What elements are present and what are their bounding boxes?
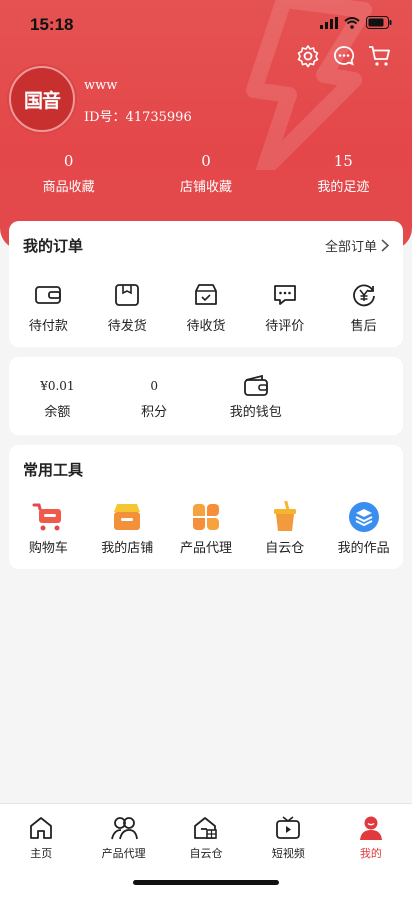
people-icon bbox=[110, 814, 138, 842]
battery-icon bbox=[366, 16, 392, 29]
tv-play-icon bbox=[274, 814, 302, 842]
tool-my-shop[interactable]: 我的店铺 bbox=[88, 501, 167, 556]
my-wallet-item[interactable]: 我的钱包 bbox=[203, 374, 309, 420]
tools-card: 常用工具 购物车 我的店铺 产品代理 自云仓 我的作品 bbox=[9, 445, 403, 569]
stat-label: 商品收藏 bbox=[42, 180, 95, 195]
wifi-icon bbox=[344, 16, 360, 29]
cup-icon bbox=[269, 501, 301, 533]
wallet-card: ¥0.01 余额 0 积分 我的钱包 bbox=[9, 357, 403, 435]
cart-top-icon[interactable] bbox=[368, 44, 392, 68]
tab-mine[interactable]: 我的 bbox=[330, 814, 412, 861]
avatar-logo-text: 国音 bbox=[23, 89, 61, 112]
balance-item[interactable]: ¥0.01 余额 bbox=[9, 375, 106, 420]
wallet-icon bbox=[243, 374, 269, 397]
balance-label: 余额 bbox=[44, 405, 71, 420]
settings-gear-icon[interactable] bbox=[296, 44, 320, 68]
user-id: ID号：41735996 bbox=[84, 110, 192, 125]
layers-icon bbox=[348, 501, 380, 533]
avatar[interactable]: 国音 bbox=[9, 66, 75, 132]
order-item-label: 售后 bbox=[350, 319, 377, 334]
home-icon bbox=[27, 814, 55, 842]
shop-icon bbox=[111, 501, 143, 533]
tool-label: 自云仓 bbox=[265, 541, 305, 556]
chevron-right-icon bbox=[381, 239, 389, 252]
order-item-label: 待发货 bbox=[107, 319, 147, 334]
tool-product-agent[interactable]: 产品代理 bbox=[167, 501, 246, 556]
all-orders-label: 全部订单 bbox=[324, 240, 377, 255]
order-after-sales[interactable]: 售后 bbox=[324, 279, 403, 334]
status-bar: 15:18 bbox=[0, 0, 412, 50]
order-item-label: 待评价 bbox=[265, 319, 305, 334]
tab-short-video[interactable]: 短视频 bbox=[247, 814, 329, 861]
user-icon bbox=[357, 814, 385, 842]
home-indicator bbox=[133, 880, 279, 885]
all-orders-link[interactable]: 全部订单 bbox=[325, 236, 389, 255]
points-label: 积分 bbox=[141, 405, 168, 420]
stat-label: 我的足迹 bbox=[317, 180, 370, 195]
order-pending-review[interactable]: 待评价 bbox=[245, 279, 324, 334]
tab-label: 自云仓 bbox=[189, 847, 223, 860]
tab-label: 产品代理 bbox=[101, 847, 146, 860]
points-value: 0 bbox=[150, 379, 158, 393]
points-item[interactable]: 0 积分 bbox=[106, 375, 203, 420]
stat-value: 0 bbox=[201, 152, 211, 170]
stat-product-favorites[interactable]: 0 商品收藏 bbox=[0, 152, 137, 195]
orders-title: 我的订单 bbox=[23, 237, 84, 255]
chat-icon bbox=[269, 279, 301, 311]
tab-label: 主页 bbox=[30, 847, 53, 860]
stat-value: 15 bbox=[333, 152, 353, 170]
package-icon bbox=[111, 279, 143, 311]
signal-icon bbox=[320, 16, 338, 29]
profile-header: 15:18 国音 www ID号：41735996 0 商品收藏 0 店铺收藏 bbox=[0, 0, 412, 250]
order-pending-payment[interactable]: 待付款 bbox=[9, 279, 88, 334]
tab-product-agent[interactable]: 产品代理 bbox=[82, 814, 164, 861]
message-bubble-icon[interactable] bbox=[332, 44, 356, 68]
tool-cart[interactable]: 购物车 bbox=[9, 501, 88, 556]
cart-icon bbox=[32, 501, 64, 533]
tool-cloud-warehouse[interactable]: 自云仓 bbox=[245, 501, 324, 556]
username: www bbox=[84, 78, 118, 93]
warehouse-icon bbox=[192, 814, 220, 842]
orders-card: 我的订单 全部订单 待付款 待发货 待收货 待评价 售后 bbox=[9, 221, 403, 347]
grid-flower-icon bbox=[190, 501, 222, 533]
tab-label: 我的 bbox=[359, 847, 382, 860]
tab-cloud-warehouse[interactable]: 自云仓 bbox=[165, 814, 247, 861]
my-wallet-label: 我的钱包 bbox=[229, 405, 282, 420]
tool-label: 我的店铺 bbox=[101, 541, 154, 556]
yen-refresh-icon bbox=[348, 279, 380, 311]
status-time: 15:18 bbox=[30, 15, 74, 34]
stats-row: 0 商品收藏 0 店铺收藏 15 我的足迹 bbox=[0, 152, 412, 195]
tool-my-works[interactable]: 我的作品 bbox=[324, 501, 403, 556]
stat-shop-favorites[interactable]: 0 店铺收藏 bbox=[137, 152, 274, 195]
order-pending-receipt[interactable]: 待收货 bbox=[167, 279, 246, 334]
wallet-icon bbox=[32, 279, 64, 311]
tab-home[interactable]: 主页 bbox=[0, 814, 82, 861]
tool-label: 购物车 bbox=[28, 541, 68, 556]
order-item-label: 待收货 bbox=[186, 319, 226, 334]
tools-title: 常用工具 bbox=[23, 461, 84, 479]
stat-footprints[interactable]: 15 我的足迹 bbox=[275, 152, 412, 195]
tab-label: 短视频 bbox=[271, 847, 305, 860]
tool-label: 产品代理 bbox=[179, 541, 232, 556]
tool-label: 我的作品 bbox=[337, 541, 390, 556]
order-item-label: 待付款 bbox=[28, 319, 68, 334]
balance-value: ¥0.01 bbox=[40, 379, 75, 393]
box-check-icon bbox=[190, 279, 222, 311]
order-pending-shipment[interactable]: 待发货 bbox=[88, 279, 167, 334]
stat-value: 0 bbox=[63, 152, 74, 170]
stat-label: 店铺收藏 bbox=[179, 180, 232, 195]
